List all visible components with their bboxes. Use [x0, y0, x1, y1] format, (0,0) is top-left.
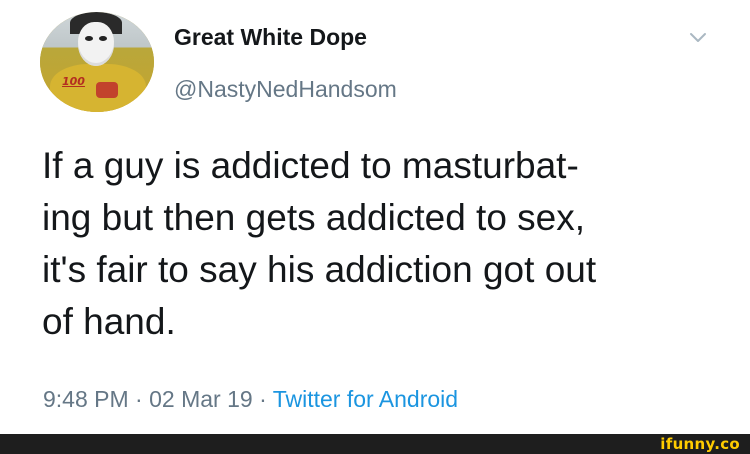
tweet-meta: 9:48 PM · 02 Mar 19 · Twitter for Androi… [43, 386, 458, 413]
tweet-text: If a guy is addicted to masturbat- ing b… [42, 140, 732, 348]
user-handle[interactable]: @NastyNedHandsom [174, 76, 397, 103]
tweet-text-line: ing but then gets addicted to sex, [42, 197, 586, 238]
tweet-text-line: If a guy is addicted to masturbat- [42, 145, 579, 186]
avatar-mask [78, 22, 114, 66]
display-name[interactable]: Great White Dope [174, 24, 367, 51]
avatar-eye-right [99, 36, 107, 41]
avatar[interactable]: 100 [40, 12, 154, 112]
tweet-date[interactable]: 02 Mar 19 [149, 386, 253, 412]
meta-separator: · [135, 386, 143, 412]
avatar-patch [96, 82, 118, 98]
tweet-text-line: it's fair to say his addiction got out [42, 249, 597, 290]
avatar-eye-left [85, 36, 93, 41]
ifunny-watermark: ifunny.co [660, 435, 740, 453]
watermark-bar: ifunny.co [0, 434, 750, 454]
tweet-card: 100 Great White Dope @NastyNedHandsom If… [0, 0, 750, 434]
tweet-text-line: of hand. [42, 301, 176, 342]
tweet-source-link[interactable]: Twitter for Android [273, 386, 458, 412]
meta-separator: · [259, 386, 267, 412]
chevron-down-icon[interactable] [689, 32, 707, 44]
tweet-time[interactable]: 9:48 PM [43, 386, 129, 412]
hundred-emoji-icon: 100 [62, 75, 85, 88]
